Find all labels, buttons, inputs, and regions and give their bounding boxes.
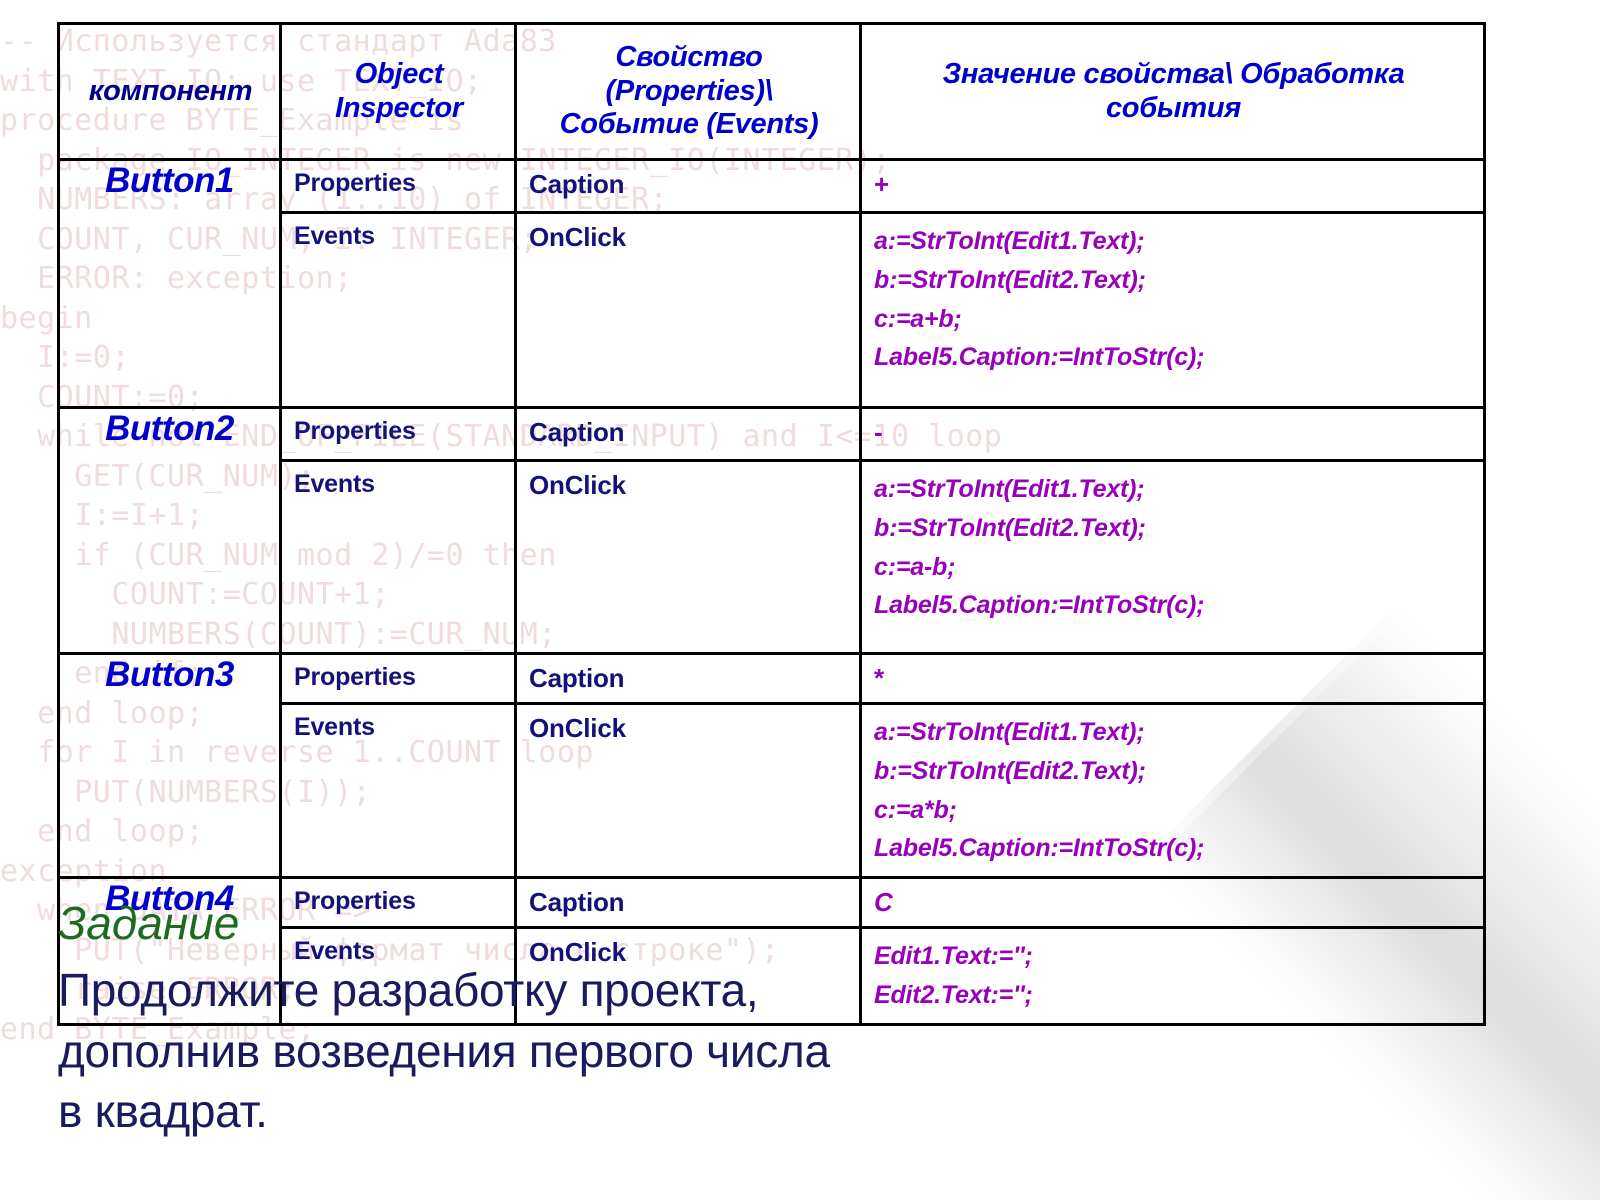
component-name-cell-3: Button3 xyxy=(57,652,282,879)
task-body: Продолжите разработку проекта, дополнив в… xyxy=(58,960,1258,1142)
properties-label: Properties xyxy=(294,169,416,197)
events-label: Events xyxy=(294,470,375,498)
caption-label: Caption xyxy=(529,417,625,447)
events-label-cell-1: Events xyxy=(279,211,517,409)
code-line: c:=a-b; xyxy=(874,552,956,581)
code-line: a:=StrToInt(Edit1.Text); xyxy=(874,718,1145,746)
code-line: b:=StrToInt(Edit2.Text); xyxy=(874,756,1146,785)
header-cell-value-handler: Значение свойства\ Обработка события xyxy=(859,22,1486,161)
code-line: в квадрат. xyxy=(58,1085,268,1138)
caption-value-cell-1: + xyxy=(859,158,1486,214)
header-property-event-label: Свойство (Properties)\ Событие (Events) xyxy=(517,33,859,149)
header-value-handler-label: Значение свойства\ Обработка события xyxy=(942,58,1405,124)
properties-label-cell-1: Properties xyxy=(279,158,517,214)
properties-table: компонент Object Inspector Свойство (Pro… xyxy=(57,22,1486,1026)
code-line: b:=StrToInt(Edit2.Text); xyxy=(874,513,1146,542)
properties-label: Properties xyxy=(294,417,416,445)
properties-label-cell-3: Properties xyxy=(279,652,517,705)
events-label: Events xyxy=(294,222,375,250)
onclick-label-cell-2: OnClick xyxy=(514,459,862,655)
header-pe-line1: Свойство xyxy=(615,41,763,74)
header-pe-line3: Событие (Events) xyxy=(559,108,819,141)
header-cell-object-inspector: Object Inspector xyxy=(279,22,517,161)
header-oi-line1: Object xyxy=(354,58,444,91)
header-pe-line2: (Properties)\ xyxy=(605,74,773,107)
code-line: дополнив возведения первого числа xyxy=(58,1024,830,1077)
events-label: Events xyxy=(294,713,375,741)
code-line: c:=a*b; xyxy=(874,795,957,824)
header-cell-component: компонент xyxy=(57,22,282,161)
table-header-row: компонент Object Inspector Свойство (Pro… xyxy=(57,22,1486,161)
table-row: Button2 Properties Caption - xyxy=(57,406,1486,655)
code-line: Label5.Caption:=IntToStr(c); xyxy=(874,591,1205,620)
onclick-label: OnClick xyxy=(529,222,626,252)
events-label-cell-2: Events xyxy=(279,459,517,655)
onclick-label-cell-1: OnClick xyxy=(514,211,862,409)
onclick-label-cell-3: OnClick xyxy=(514,702,862,879)
code-line: b:=StrToInt(Edit2.Text); xyxy=(874,265,1146,294)
caption-value: - xyxy=(874,417,883,447)
code-line: Label5.Caption:=IntToStr(c); xyxy=(874,343,1205,372)
onclick-code-cell-1: a:=StrToInt(Edit1.Text); b:=StrToInt(Edit… xyxy=(859,211,1486,409)
events-label-cell-3: Events xyxy=(279,702,517,879)
properties-label: Properties xyxy=(294,663,416,691)
caption-value: + xyxy=(874,169,890,199)
header-object-inspector-label: Object Inspector xyxy=(282,50,514,133)
onclick-code-cell-2: a:=StrToInt(Edit1.Text); b:=StrToInt(Edit… xyxy=(859,459,1486,655)
caption-label: Caption xyxy=(529,169,625,199)
caption-label-cell-2: Caption xyxy=(514,406,862,462)
caption-label-cell-1: Caption xyxy=(514,158,862,214)
onclick-code-lines: a:=StrToInt(Edit1.Text); b:=StrToInt(Edit… xyxy=(862,462,1483,633)
task-block: Задание Продолжите разработку проекта, до… xyxy=(58,900,1258,1142)
header-oi-line2: Inspector xyxy=(335,91,463,124)
code-line: c:=a+b; xyxy=(874,304,962,333)
code-line: Продолжите разработку проекта, xyxy=(58,964,759,1016)
code-line: a:=StrToInt(Edit1.Text); xyxy=(874,227,1145,255)
table-row: Button1 Properties Caption + xyxy=(57,158,1486,409)
code-line: a:=StrToInt(Edit1.Text); xyxy=(874,475,1145,503)
code-line: Label5.Caption:=IntToStr(c); xyxy=(874,834,1205,863)
onclick-code-lines: a:=StrToInt(Edit1.Text); b:=StrToInt(Edit… xyxy=(862,705,1483,876)
onclick-code-cell-3: a:=StrToInt(Edit1.Text); b:=StrToInt(Edit… xyxy=(859,702,1486,879)
caption-label: Caption xyxy=(529,663,625,693)
slide-canvas: -- Используется стандарт Ada83 with TEXT_… xyxy=(0,0,1600,1200)
onclick-label: OnClick xyxy=(529,470,626,500)
component-name-cell-1: Button1 xyxy=(57,158,282,409)
caption-value-cell-2: - xyxy=(859,406,1486,462)
task-title: Задание xyxy=(58,897,240,949)
properties-table-container: компонент Object Inspector Свойство (Pro… xyxy=(57,22,1486,1026)
component-name-cell-2: Button2 xyxy=(57,406,282,655)
onclick-code-lines: a:=StrToInt(Edit1.Text); b:=StrToInt(Edit… xyxy=(862,214,1483,385)
caption-value: * xyxy=(874,663,885,693)
caption-value-cell-3: * xyxy=(859,652,1486,705)
onclick-label: OnClick xyxy=(529,713,626,743)
table-row: Button3 Properties Caption * xyxy=(57,652,1486,879)
header-component-label: компонент xyxy=(88,75,253,107)
caption-label-cell-3: Caption xyxy=(514,652,862,705)
header-cell-property-event: Свойство (Properties)\ Событие (Events) xyxy=(514,22,862,161)
properties-label-cell-2: Properties xyxy=(279,406,517,462)
